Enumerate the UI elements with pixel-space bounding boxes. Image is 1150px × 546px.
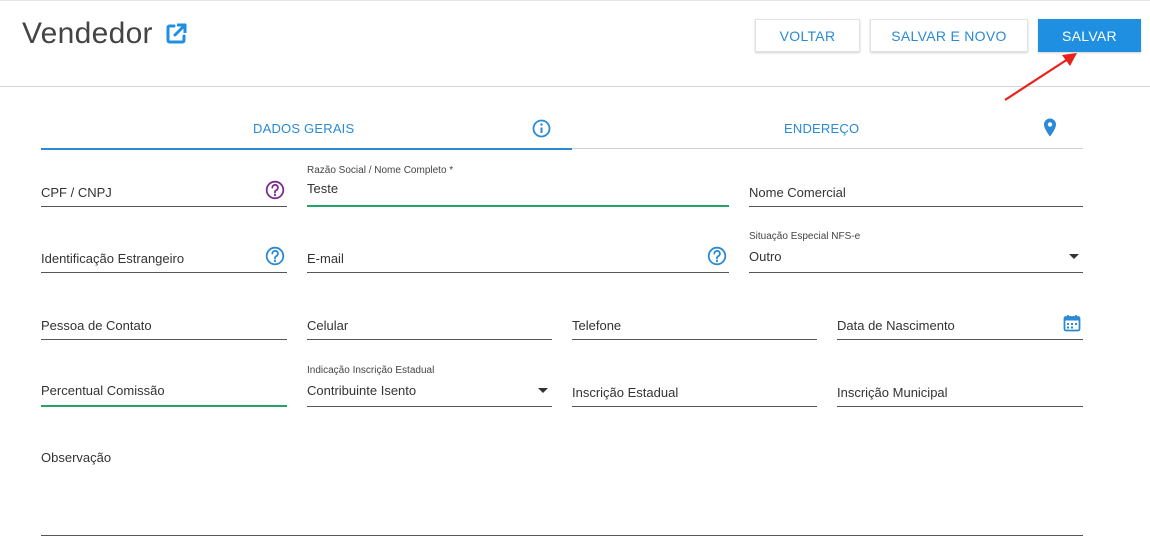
indicacao-ie-label: Indicação Inscrição Estadual <box>307 365 435 376</box>
cpf-cnpj-placeholder: CPF / CNPJ <box>41 185 112 200</box>
voltar-button[interactable]: VOLTAR <box>755 19 860 52</box>
inscricao-municipal-placeholder: Inscrição Municipal <box>837 385 948 400</box>
inscricao-municipal-field[interactable]: Inscrição Municipal <box>837 367 1083 407</box>
annotation-arrow-icon <box>1004 53 1077 101</box>
data-nascimento-field[interactable]: Data de Nascimento <box>837 300 1083 340</box>
percentual-comissao-placeholder: Percentual Comissão <box>41 383 165 398</box>
help-icon[interactable] <box>707 246 727 266</box>
page-title-text: Vendedor <box>22 17 153 50</box>
razao-social-label: Razão Social / Nome Completo * <box>307 165 454 176</box>
email-placeholder: E-mail <box>307 251 344 266</box>
inscricao-estadual-placeholder: Inscrição Estadual <box>572 385 679 400</box>
observacao-placeholder: Observação <box>41 450 112 465</box>
help-icon[interactable] <box>265 246 285 266</box>
page-header: Vendedor VOLTAR SALVAR E NOVO SALVAR <box>0 0 1150 87</box>
telefone-placeholder: Telefone <box>572 318 622 333</box>
help-icon[interactable] <box>265 180 285 200</box>
page-title: Vendedor <box>22 17 187 51</box>
email-field[interactable]: E-mail <box>307 233 729 273</box>
data-nascimento-placeholder: Data de Nascimento <box>837 318 955 333</box>
tab-dados-gerais[interactable]: DADOS GERAIS <box>41 108 572 150</box>
external-link-icon[interactable] <box>165 23 187 45</box>
situacao-especial-label: Situação Especial NFS-e <box>749 231 861 242</box>
info-icon <box>532 119 551 143</box>
map-pin-icon <box>1043 118 1057 142</box>
pessoa-contato-placeholder: Pessoa de Contato <box>41 318 152 333</box>
chevron-down-icon[interactable] <box>538 388 548 393</box>
situacao-especial-value: Outro <box>749 249 782 264</box>
situacao-especial-select[interactable]: Situação Especial NFS-e Outro <box>749 231 1083 273</box>
telefone-field[interactable]: Telefone <box>572 300 817 340</box>
cpf-cnpj-field[interactable]: CPF / CNPJ <box>41 167 287 207</box>
identificacao-estrangeiro-placeholder: Identificação Estrangeiro <box>41 251 185 266</box>
nome-comercial-placeholder: Nome Comercial <box>749 185 846 200</box>
celular-placeholder: Celular <box>307 318 349 333</box>
chevron-down-icon[interactable] <box>1069 254 1079 259</box>
inscricao-estadual-field[interactable]: Inscrição Estadual <box>572 367 817 407</box>
tab-label: ENDEREÇO <box>784 121 860 136</box>
celular-field[interactable]: Celular <box>307 300 552 340</box>
razao-social-field[interactable]: Razão Social / Nome Completo * Teste <box>307 165 729 207</box>
calendar-icon[interactable] <box>1063 314 1081 332</box>
tab-label: DADOS GERAIS <box>253 121 355 136</box>
observacao-textarea[interactable]: Observação <box>41 440 1083 536</box>
razao-social-value: Teste <box>307 181 339 196</box>
salvar-e-novo-button[interactable]: SALVAR E NOVO <box>870 19 1028 52</box>
nome-comercial-field[interactable]: Nome Comercial <box>749 167 1083 207</box>
form-tabs: DADOS GERAIS ENDEREÇO <box>41 108 1083 150</box>
percentual-comissao-field[interactable]: Percentual Comissão <box>41 367 287 407</box>
identificacao-estrangeiro-field[interactable]: Identificação Estrangeiro <box>41 233 287 273</box>
pessoa-contato-field[interactable]: Pessoa de Contato <box>41 300 287 340</box>
indicacao-ie-select[interactable]: Indicação Inscrição Estadual Contribuint… <box>307 365 552 407</box>
indicacao-ie-value: Contribuinte Isento <box>307 383 417 398</box>
salvar-button[interactable]: SALVAR <box>1038 19 1141 52</box>
tab-endereco[interactable]: ENDEREÇO <box>572 108 1083 149</box>
